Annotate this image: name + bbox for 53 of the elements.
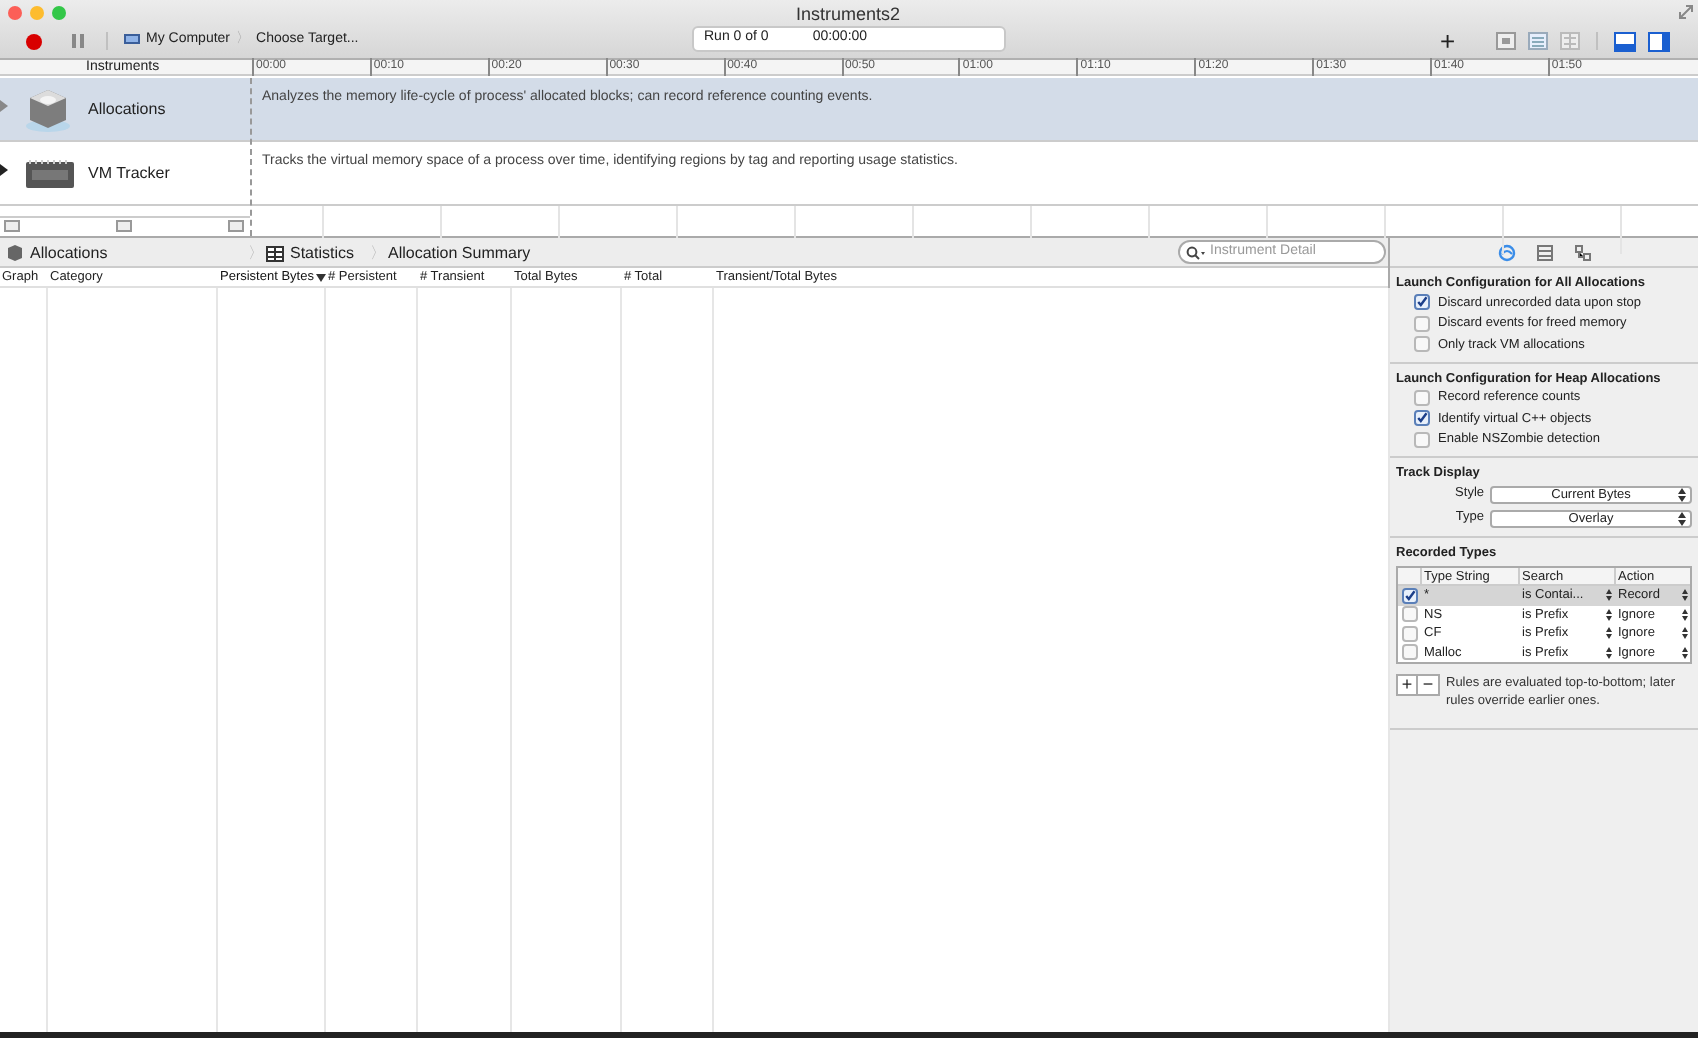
checkbox[interactable] — [1414, 336, 1430, 353]
search-icon — [1186, 245, 1206, 259]
chevron-icon: 〉 — [370, 242, 386, 264]
add-button[interactable]: + — [1396, 674, 1418, 696]
updown-arrows-icon — [1606, 588, 1612, 603]
updown-arrows-icon — [1678, 511, 1686, 525]
cube-icon — [6, 244, 24, 262]
hierarchy-icon[interactable] — [1573, 243, 1591, 261]
list-view-icon[interactable] — [1528, 32, 1548, 52]
record-button[interactable] — [26, 34, 42, 50]
zoom-out-icon[interactable] — [4, 220, 20, 232]
updown-arrows-icon — [1682, 626, 1688, 641]
view-mode-icon[interactable] — [1496, 32, 1516, 52]
side-panel-icon[interactable] — [1648, 32, 1670, 52]
updown-arrows-icon — [1606, 645, 1612, 660]
breadcrumb-item[interactable]: Allocations — [30, 242, 108, 264]
fullscreen-icon[interactable] — [1678, 4, 1694, 20]
checkbox[interactable] — [1401, 606, 1417, 623]
zoom-slider-icon[interactable] — [116, 220, 132, 232]
bottom-panel-icon[interactable] — [1614, 32, 1636, 52]
chip-icon — [24, 156, 76, 192]
disclosure-triangle[interactable] — [0, 164, 8, 176]
instrument-name: VM Tracker — [88, 164, 170, 184]
updown-arrows-icon — [1682, 607, 1688, 622]
add-button[interactable]: + — [1440, 28, 1456, 54]
updown-arrows-icon — [1606, 626, 1612, 641]
updown-arrows-icon — [1678, 487, 1686, 501]
cube-icon — [24, 86, 72, 134]
pause-icon[interactable] — [72, 34, 84, 48]
computer-icon — [124, 34, 140, 46]
checkbox[interactable] — [1414, 315, 1430, 332]
breadcrumb-item[interactable]: Allocation Summary — [388, 242, 531, 264]
updown-arrows-icon — [1606, 607, 1612, 622]
window-title: Instruments2 — [796, 4, 901, 24]
remove-button[interactable]: − — [1418, 674, 1440, 696]
checkbox[interactable] — [1414, 294, 1430, 311]
updown-arrows-icon — [1682, 645, 1688, 660]
checkbox[interactable] — [1401, 625, 1417, 642]
checkbox[interactable] — [1401, 587, 1417, 604]
table-icon — [266, 245, 284, 261]
chevron-icon: 〉 — [248, 242, 264, 264]
instrument-name: Allocations — [88, 100, 166, 120]
checkbox[interactable] — [1414, 431, 1430, 448]
checkbox[interactable] — [1414, 389, 1430, 406]
gauge-icon[interactable] — [1497, 243, 1515, 261]
checkbox[interactable] — [1414, 410, 1430, 427]
zoom-in-icon[interactable] — [228, 220, 244, 232]
updown-arrows-icon — [1682, 588, 1688, 603]
grid-view-icon[interactable] — [1560, 32, 1580, 52]
sort-indicator-icon — [315, 273, 326, 281]
list-icon[interactable] — [1535, 243, 1553, 261]
checkbox[interactable] — [1401, 644, 1417, 661]
breadcrumb-item[interactable]: Statistics — [290, 242, 355, 264]
